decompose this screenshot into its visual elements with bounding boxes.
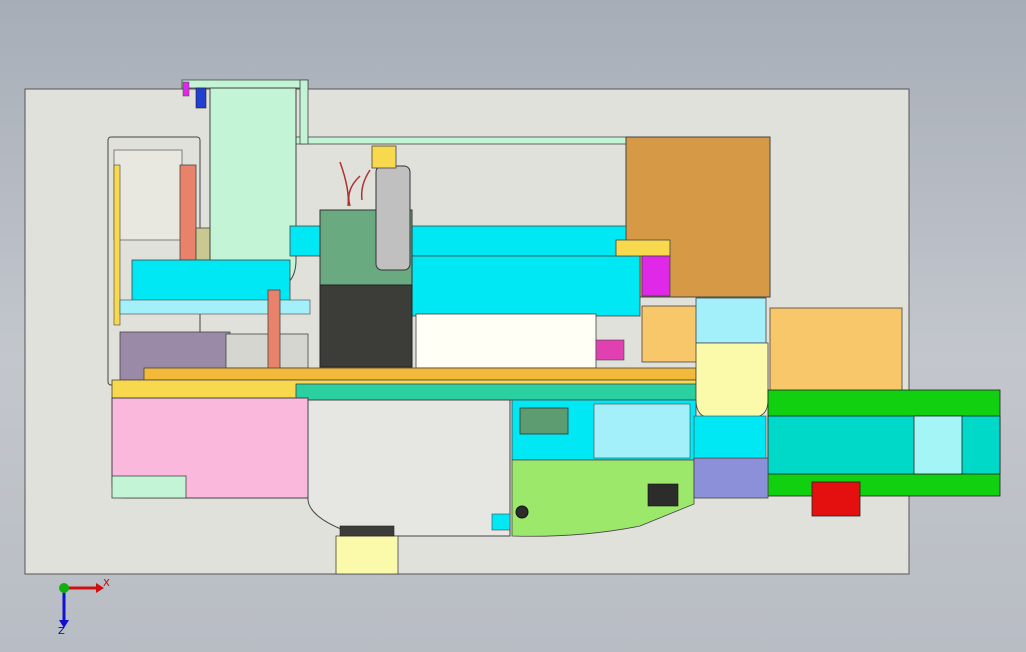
- mechanism-plate: [225, 333, 309, 369]
- lower-gray-housing: [307, 399, 511, 537]
- gold-rail: [143, 367, 697, 381]
- motor-small: [519, 407, 569, 435]
- cyan-detail-right: [693, 415, 767, 459]
- z-axis-label: Z: [58, 626, 65, 637]
- left-yellow-strip: [113, 164, 121, 326]
- motor-pulley: [375, 165, 411, 271]
- peach-block-large: [769, 307, 903, 393]
- left-inner-frame: [113, 149, 183, 241]
- conveyor-teal-belt: [767, 415, 1001, 475]
- cream-panel: [415, 313, 597, 369]
- x-axis-label: X: [103, 578, 110, 589]
- teal-rail: [295, 383, 697, 401]
- yellow-bracket-right: [615, 239, 671, 257]
- vertical-frame-right: [299, 79, 309, 145]
- salmon-rod: [267, 289, 281, 381]
- triad-origin: [59, 583, 69, 593]
- cad-graphics-viewport[interactable]: X Z: [0, 0, 1026, 652]
- cad-model-drawing[interactable]: X Z: [0, 0, 1026, 652]
- cyan-left-block: [131, 259, 291, 303]
- pink-small-block: [595, 339, 625, 361]
- red-block: [811, 481, 861, 517]
- top-frame-rail: [295, 136, 673, 145]
- conveyor-light-segment: [913, 415, 963, 475]
- pale-yellow-block: [695, 342, 769, 419]
- yellow-mount: [371, 145, 397, 169]
- small-blue-block: [195, 87, 207, 109]
- top-left-frame: [181, 79, 309, 89]
- light-cyan-block: [695, 297, 767, 344]
- pink-bottom-tab: [111, 475, 187, 499]
- lavender-block: [693, 457, 769, 499]
- cyan-light-strip: [119, 299, 311, 315]
- cyan-channel-lower: [409, 255, 641, 317]
- peach-block-small: [641, 305, 699, 363]
- magenta-strip-top: [182, 81, 190, 97]
- black-module: [647, 483, 679, 507]
- salmon-column: [179, 164, 197, 261]
- bottom-yellow-clamp: [335, 535, 399, 575]
- magenta-side-block: [641, 255, 671, 297]
- cyan-tiny-block: [491, 513, 511, 531]
- axis-triad: X Z: [58, 578, 110, 637]
- black-knob: [515, 505, 529, 519]
- motor-dark-housing: [319, 284, 413, 368]
- bottom-dark-connector: [339, 525, 395, 537]
- lower-cyan-detail: [593, 403, 691, 459]
